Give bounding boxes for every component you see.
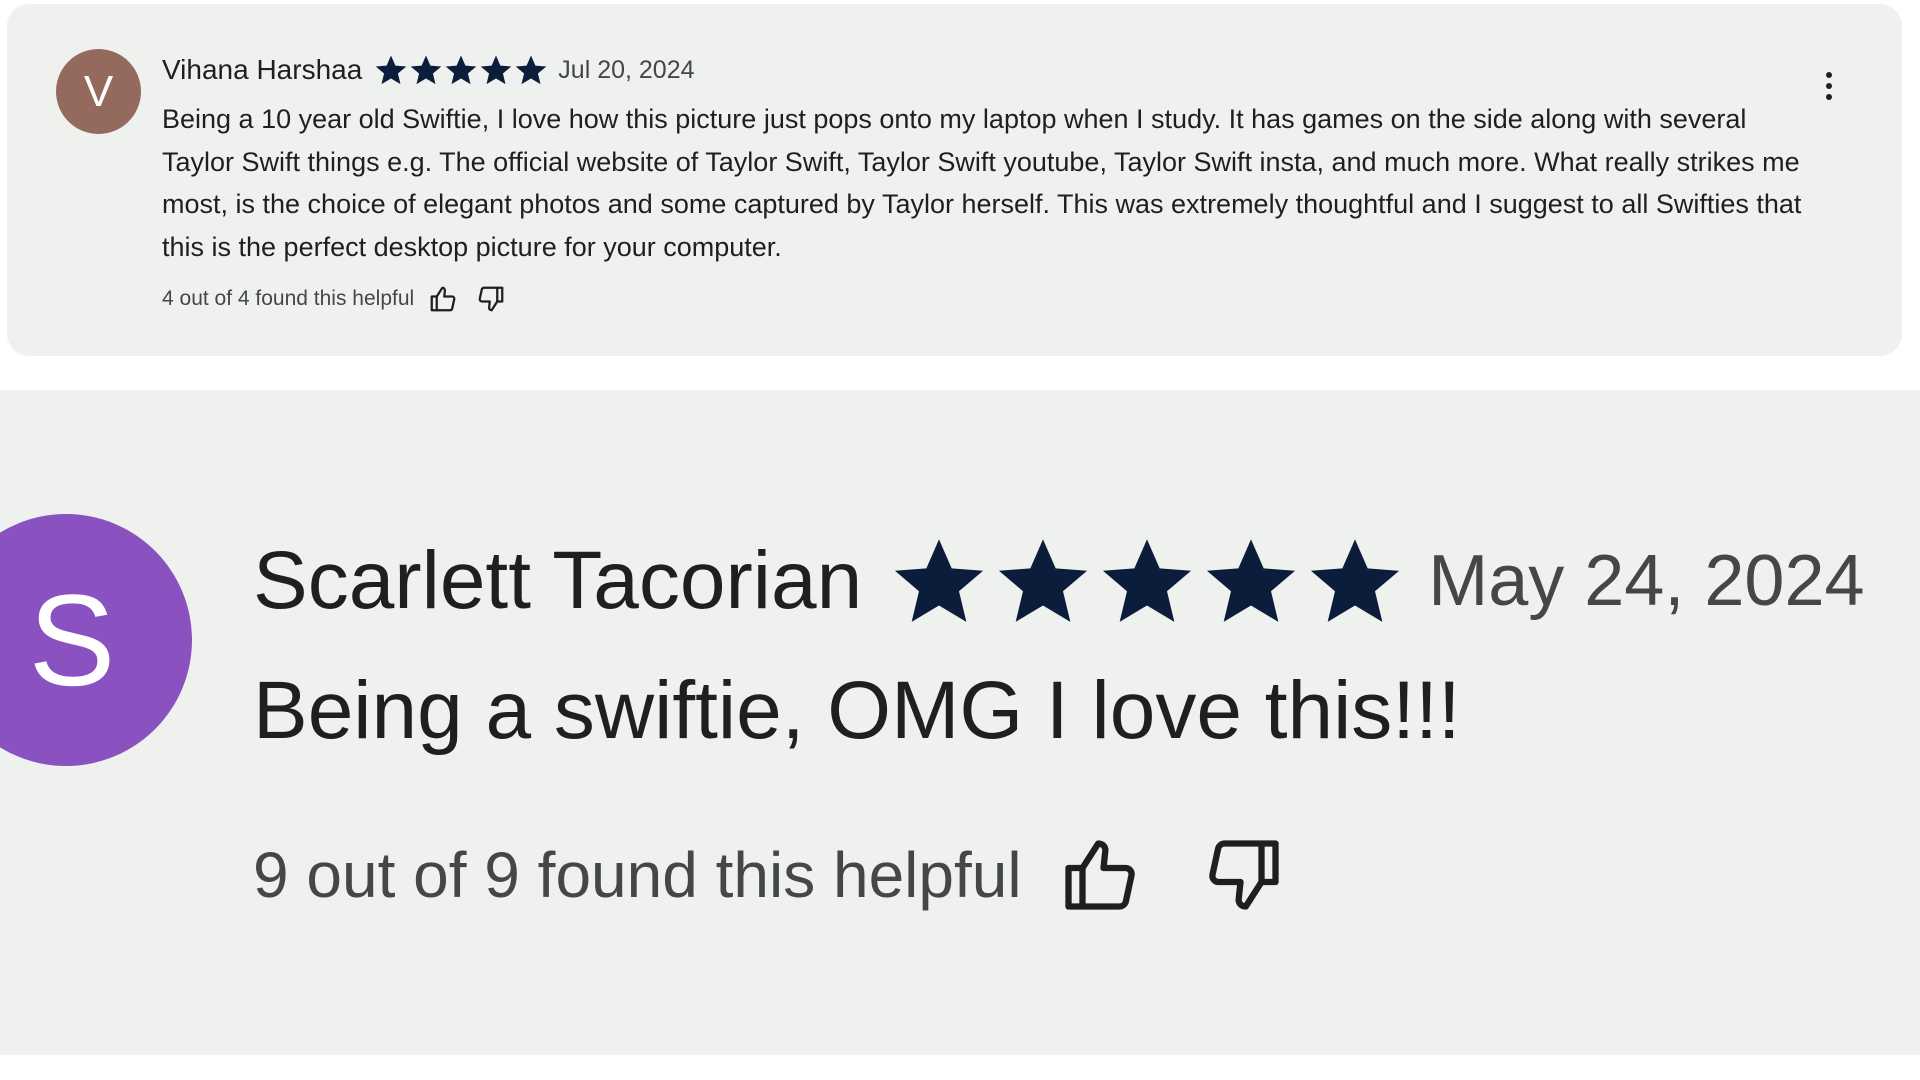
review-author: Scarlett Tacorian xyxy=(253,535,863,626)
thumbs-down-icon[interactable] xyxy=(1202,833,1286,917)
star-icon xyxy=(999,539,1088,622)
thumbs-up-icon[interactable] xyxy=(428,284,458,314)
star-icon xyxy=(1103,539,1192,622)
avatar: V xyxy=(56,49,141,134)
star-rating xyxy=(890,532,1404,630)
review-footer: 4 out of 4 found this helpful xyxy=(162,281,506,317)
review-footer: 9 out of 9 found this helpful xyxy=(253,820,1286,930)
review-author: Vihana Harshaa xyxy=(162,54,363,85)
review-text: Being a swiftie, OMG I love this!!! xyxy=(253,665,1461,756)
reviews-screenshot: V Vihana Harshaa Jul 20, 2024 Being a 10… xyxy=(0,0,1920,1080)
review-date: Jul 20, 2024 xyxy=(558,55,695,84)
avatar: S xyxy=(0,514,192,766)
review-card-vihana: V Vihana Harshaa Jul 20, 2024 Being a 10… xyxy=(7,4,1902,356)
thumbs-up-icon[interactable] xyxy=(1058,833,1142,917)
review-date: May 24, 2024 xyxy=(1428,541,1865,621)
review-card-scarlett: S Scarlett Tacorian May 24, 2024 Being a… xyxy=(0,390,1920,1055)
more-vert-icon[interactable] xyxy=(1814,64,1844,108)
star-icon xyxy=(1311,539,1400,622)
star-icon xyxy=(895,539,984,622)
helpful-count: 9 out of 9 found this helpful xyxy=(253,839,1022,911)
helpful-count: 4 out of 4 found this helpful xyxy=(162,287,415,310)
star-icon xyxy=(375,55,407,85)
star-icon xyxy=(445,55,477,85)
star-icon xyxy=(1207,539,1296,622)
review-header: Scarlett Tacorian May 24, 2024 xyxy=(253,526,1865,636)
star-icon xyxy=(515,55,547,85)
star-icon xyxy=(410,55,442,85)
review-text: Being a 10 year old Swiftie, I love how … xyxy=(162,104,1802,262)
review-header: Vihana Harshaa Jul 20, 2024 xyxy=(162,50,695,90)
star-rating xyxy=(374,53,548,87)
star-icon xyxy=(480,55,512,85)
thumbs-down-icon[interactable] xyxy=(476,284,506,314)
